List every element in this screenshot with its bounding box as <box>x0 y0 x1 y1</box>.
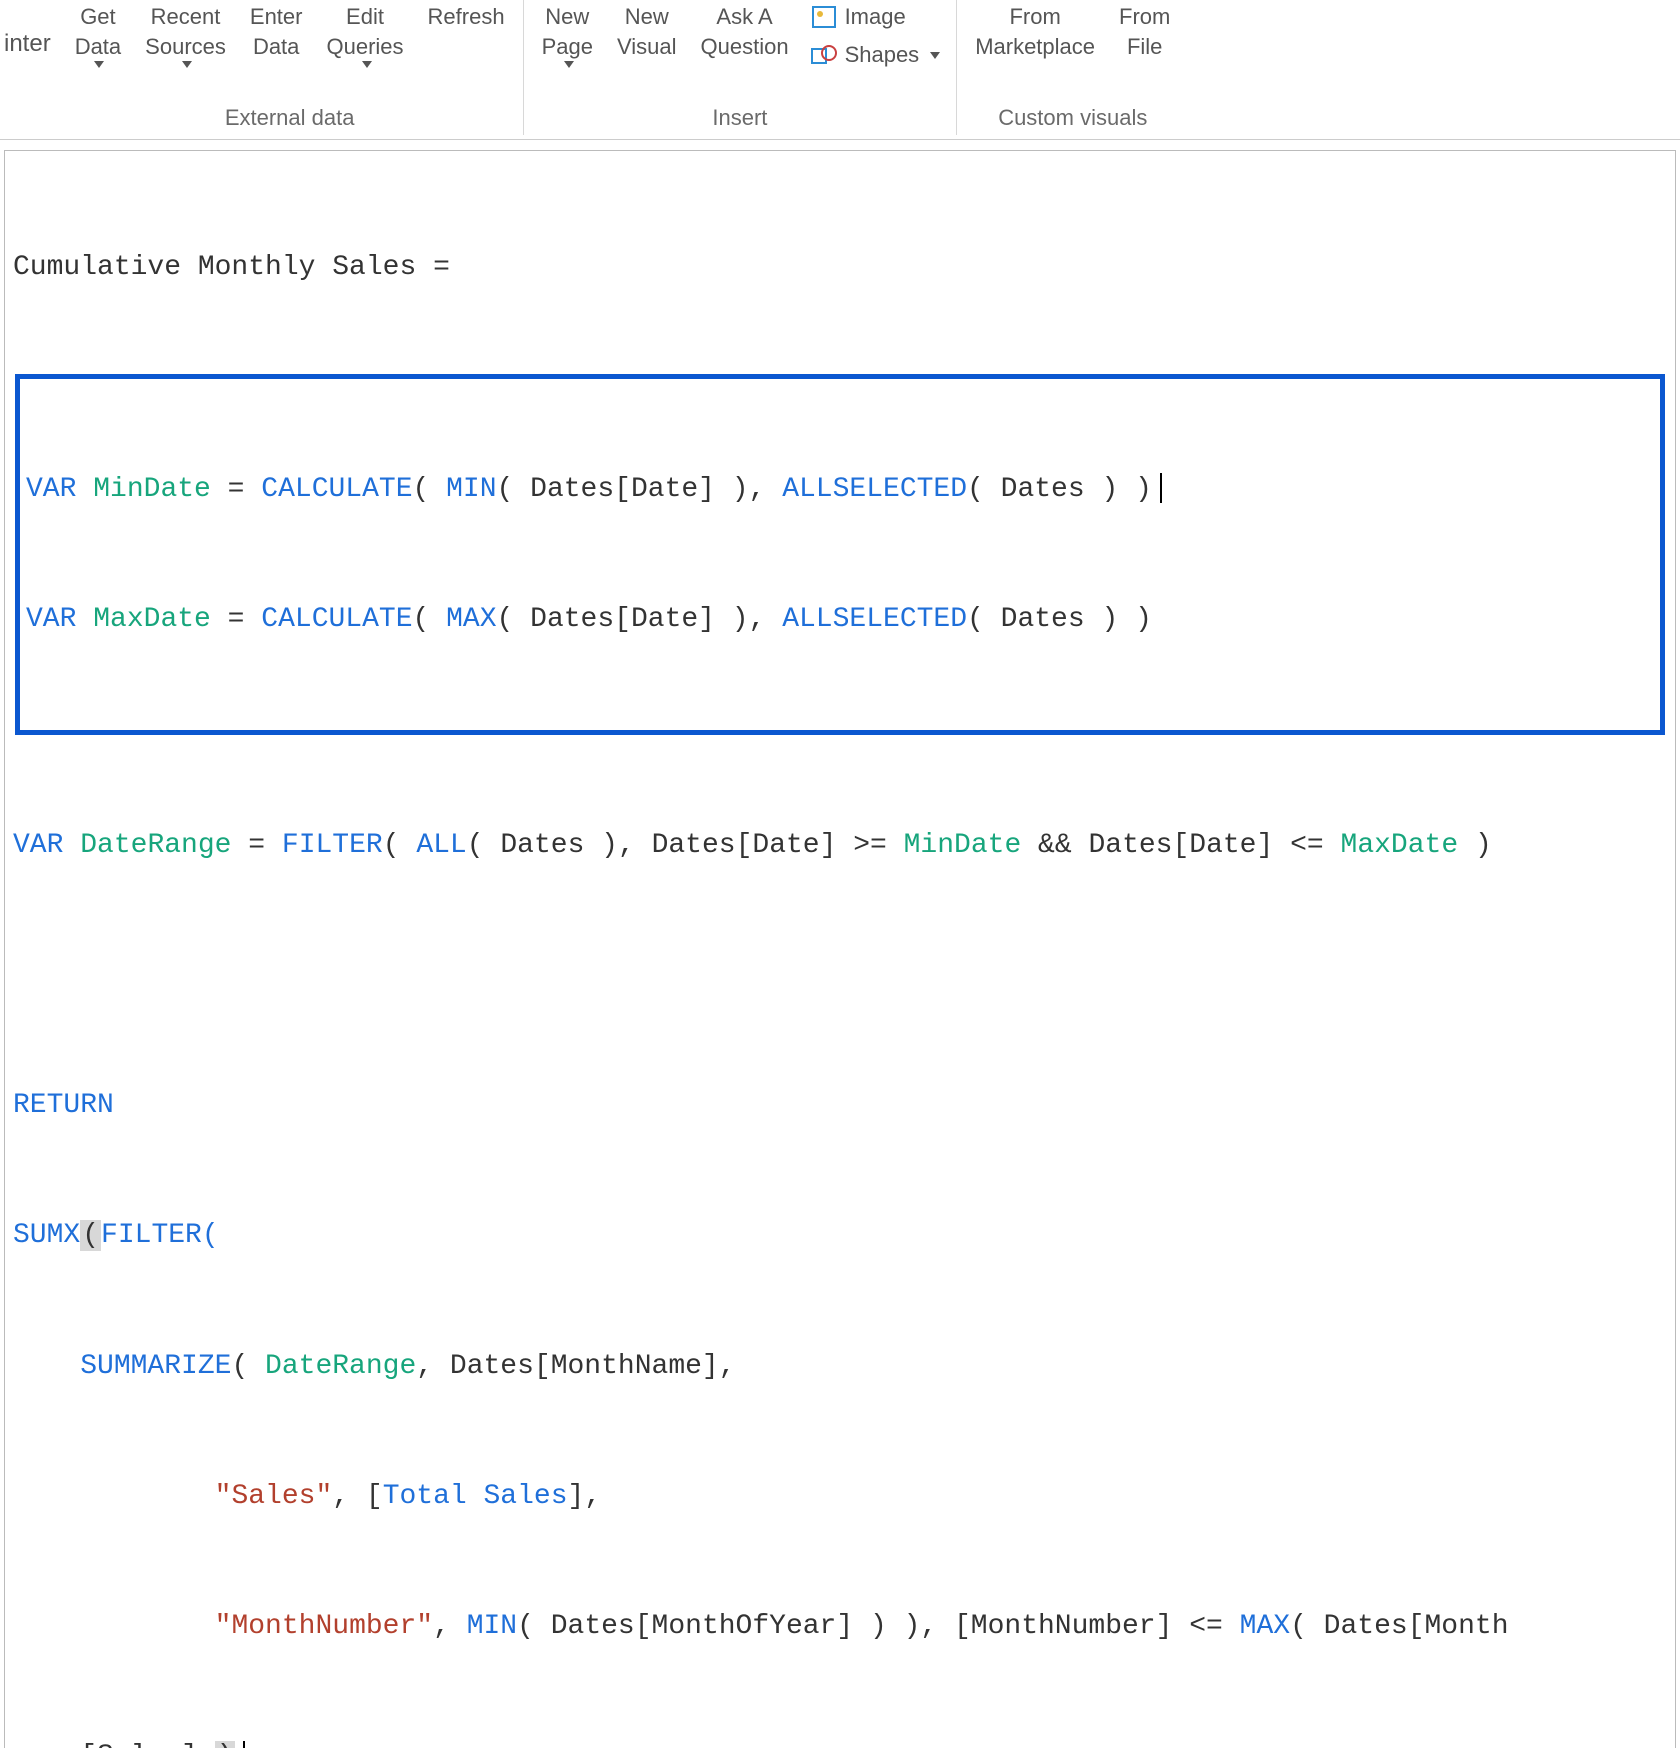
formula-line: Cumulative Monthly Sales = <box>13 246 1667 289</box>
ribbon-group-label: Custom visuals <box>998 105 1147 131</box>
formula-line: VAR DateRange = FILTER( ALL( Dates ), Da… <box>13 824 1667 867</box>
formula-line: [Sales] ) <box>13 1735 1667 1748</box>
formula-line: "MonthNumber", MIN( Dates[MonthOfYear] )… <box>13 1605 1667 1648</box>
highlight-box: VAR MinDate = CALCULATE( MIN( Dates[Date… <box>15 374 1665 735</box>
formula-line <box>13 954 1667 997</box>
formula-bar[interactable]: Cumulative Monthly Sales = VAR MinDate =… <box>4 150 1676 1748</box>
get-data-button[interactable]: Get Data <box>63 0 133 70</box>
image-button[interactable]: Image <box>811 4 941 30</box>
refresh-button[interactable]: Refresh <box>416 0 517 34</box>
dropdown-icon <box>930 52 940 59</box>
formula-line: RETURN <box>13 1084 1667 1127</box>
formula-line: "Sales", [Total Sales], <box>13 1475 1667 1518</box>
dropdown-icon <box>362 61 372 68</box>
ribbon-group-label: Insert <box>712 105 767 131</box>
text-cursor <box>243 1741 245 1748</box>
formula-line: VAR MaxDate = CALCULATE( MAX( Dates[Date… <box>26 598 1654 641</box>
ribbon-group-external-data: Get Data Recent Sources Enter Data Edit … <box>57 0 524 135</box>
new-page-button[interactable]: New Page <box>530 0 605 70</box>
formula-line: SUMX(FILTER( <box>13 1214 1667 1257</box>
from-file-button[interactable]: From File <box>1107 0 1182 63</box>
format-painter-fragment: inter <box>0 0 57 58</box>
shapes-button[interactable]: Shapes <box>811 42 941 68</box>
shapes-icon <box>811 43 837 67</box>
formula-line: VAR MinDate = CALCULATE( MIN( Dates[Date… <box>26 468 1654 511</box>
new-visual-button[interactable]: New Visual <box>605 0 689 63</box>
recent-sources-button[interactable]: Recent Sources <box>133 0 238 70</box>
ribbon-group-insert: New Page New Visual Ask A Question Image… <box>524 0 958 135</box>
formula-line: SUMMARIZE( DateRange, Dates[MonthName], <box>13 1345 1667 1388</box>
ribbon-group-label: External data <box>225 105 355 131</box>
text-cursor <box>1160 473 1162 503</box>
dropdown-icon <box>94 61 104 68</box>
dropdown-icon <box>182 61 192 68</box>
ribbon-group-custom-visuals: From Marketplace From File Custom visual… <box>957 0 1188 135</box>
from-marketplace-button[interactable]: From Marketplace <box>963 0 1107 63</box>
enter-data-button[interactable]: Enter Data <box>238 0 315 63</box>
dropdown-icon <box>564 61 574 68</box>
edit-queries-button[interactable]: Edit Queries <box>314 0 415 70</box>
image-icon <box>811 5 837 29</box>
ask-question-button[interactable]: Ask A Question <box>689 0 801 63</box>
ribbon: inter Get Data Recent Sources Enter Data… <box>0 0 1680 140</box>
